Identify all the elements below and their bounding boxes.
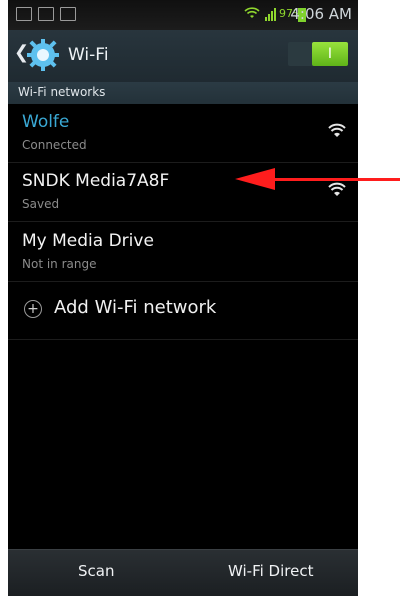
message-icon (60, 7, 76, 21)
network-row-my-media-drive[interactable]: My Media Drive Not in range (8, 223, 358, 282)
annotation-arrow-head (235, 168, 275, 190)
network-name: SNDK Media7A8F (22, 171, 170, 191)
wifi-signal-icon (328, 122, 346, 140)
annotation-arrow-line (270, 178, 400, 181)
network-row-sndk[interactable]: SNDK Media7A8F Saved (8, 163, 358, 222)
notification-icon (16, 7, 32, 21)
network-name: Wolfe (22, 112, 70, 132)
network-status: Not in range (22, 257, 97, 271)
network-status: Connected (22, 138, 87, 152)
wifi-direct-button[interactable]: Wi-Fi Direct (228, 562, 313, 580)
wifi-signal-icon (328, 181, 346, 199)
network-name: My Media Drive (22, 231, 154, 251)
action-bar: ❮ Wi-Fi I (8, 30, 358, 82)
bottom-action-bar: Scan Wi-Fi Direct (8, 549, 358, 596)
network-status: Saved (22, 197, 60, 211)
wifi-toggle-knob: I (312, 42, 348, 66)
add-network-label: Add Wi-Fi network (54, 297, 217, 318)
wifi-toggle[interactable]: I (288, 42, 348, 66)
network-row-wolfe[interactable]: Wolfe Connected (8, 104, 358, 163)
status-time: 4:06 AM (290, 5, 352, 23)
phone-screen: 97% 4:06 AM ❮ Wi-Fi I Wi-Fi networks Wol… (8, 0, 358, 596)
page-title: Wi-Fi (68, 45, 109, 65)
section-title: Wi-Fi networks (18, 85, 106, 99)
section-header: Wi-Fi networks (8, 82, 358, 104)
wifi-status-icon (244, 6, 260, 22)
add-network-row[interactable]: + Add Wi-Fi network (8, 285, 358, 340)
status-bar: 97% 4:06 AM (8, 0, 358, 31)
add-plus-icon: + (24, 300, 42, 318)
scan-button[interactable]: Scan (78, 562, 114, 580)
signal-icon (264, 7, 278, 21)
image-icon (38, 7, 54, 21)
settings-gear-icon[interactable] (26, 38, 60, 72)
